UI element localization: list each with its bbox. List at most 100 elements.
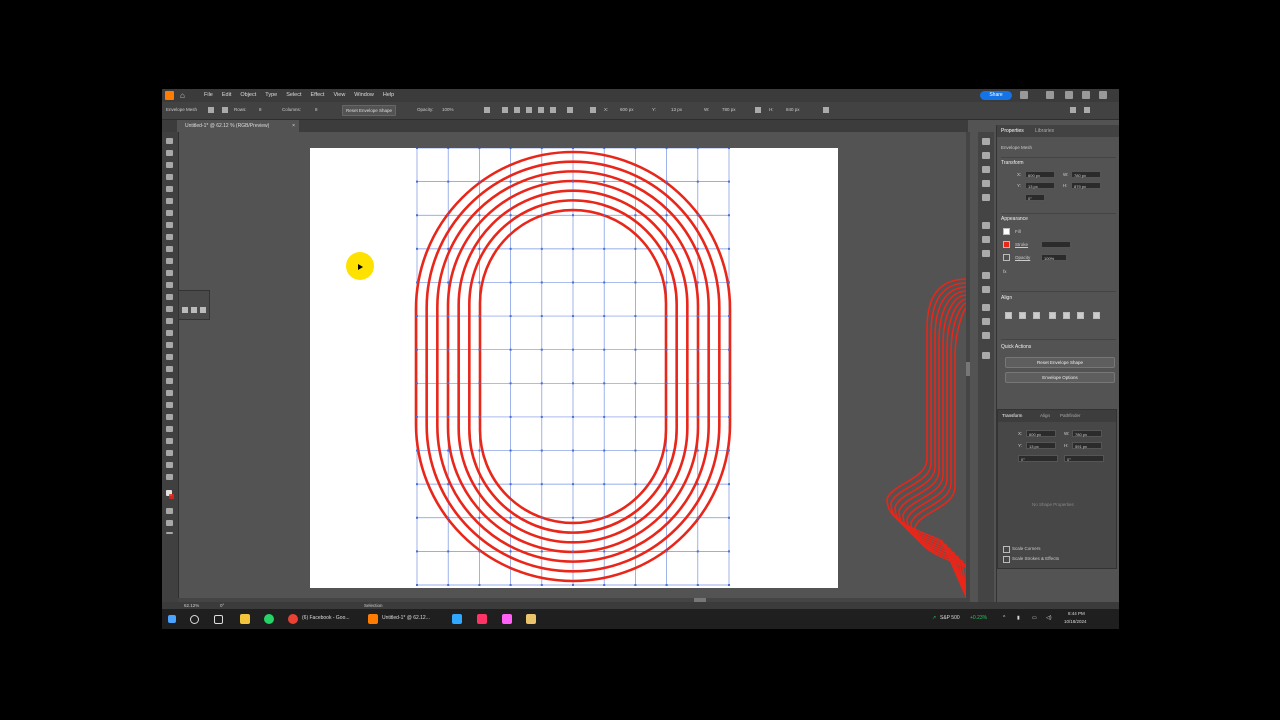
perspective-grid-tool-icon[interactable] <box>166 354 173 360</box>
color-panel-icon[interactable] <box>982 138 990 145</box>
scissors-tool-icon[interactable] <box>182 307 188 313</box>
tab-transform[interactable]: Transform <box>1002 413 1022 418</box>
menu-type[interactable]: Type <box>265 92 277 98</box>
search-icon[interactable] <box>190 615 199 624</box>
rotation-view[interactable]: 0° <box>220 603 224 608</box>
xd-icon[interactable] <box>502 614 512 624</box>
zoom-level[interactable]: 62.12% <box>184 603 199 608</box>
stroke-swatch[interactable] <box>1003 241 1010 248</box>
artboard-tool-icon[interactable] <box>166 438 173 444</box>
vertical-scrollbar[interactable] <box>966 132 970 602</box>
mesh-tool-icon[interactable] <box>166 366 173 372</box>
menu-object[interactable]: Object <box>240 92 256 98</box>
slice-tool-icon[interactable] <box>166 450 173 456</box>
opacity-value[interactable]: 100% <box>442 107 454 112</box>
illustrator-task-icon[interactable] <box>368 614 378 624</box>
align-vcenter-icon[interactable] <box>1063 312 1070 319</box>
rotate-field[interactable]: 0° <box>1018 455 1058 462</box>
envelope-options-button[interactable]: Envelope Options <box>1005 372 1115 383</box>
w-field[interactable]: 780 px <box>1071 171 1101 178</box>
maximize-icon[interactable] <box>1082 91 1090 99</box>
screen-mode-icon[interactable] <box>166 520 173 526</box>
menu-effect[interactable]: Effect <box>311 92 325 98</box>
stroke-color-icon[interactable] <box>169 494 174 499</box>
y-field[interactable]: 13 px <box>1026 442 1056 449</box>
arrange-documents-icon[interactable] <box>1070 107 1076 113</box>
facebook-task-label[interactable]: (6) Facebook - Goo... <box>302 615 350 621</box>
volume-icon[interactable]: ◁) <box>1046 615 1052 621</box>
x-value[interactable]: 600 px <box>620 107 634 112</box>
align-top-icon[interactable] <box>526 107 532 113</box>
menu-edit[interactable]: Edit <box>222 92 231 98</box>
reset-envelope-shape-button[interactable]: Reset Envelope Shape <box>1005 357 1115 368</box>
system-tray-up-icon[interactable]: ^ <box>1003 615 1005 621</box>
panel-menu-icon[interactable] <box>1084 107 1090 113</box>
lasso-tool-icon[interactable] <box>166 174 173 180</box>
menu-file[interactable]: File <box>204 92 213 98</box>
x-field[interactable]: 600 px <box>1026 430 1056 437</box>
start-icon[interactable] <box>168 615 176 623</box>
appearance-panel-icon[interactable] <box>982 272 990 279</box>
swatches-panel-icon[interactable] <box>982 152 990 159</box>
envelope-mesh-artwork[interactable] <box>310 148 838 588</box>
offcanvas-artwork[interactable] <box>882 269 967 609</box>
x-field[interactable]: 600 px <box>1025 171 1055 178</box>
tab-align[interactable]: Align <box>1040 413 1050 418</box>
rectangle-tool-icon[interactable] <box>166 234 173 240</box>
w-value[interactable]: 780 px <box>722 107 736 112</box>
gradient-tool-icon[interactable] <box>166 378 173 384</box>
curvature-tool-icon[interactable] <box>166 198 173 204</box>
magic-wand-tool-icon[interactable] <box>166 162 173 168</box>
blend-tool-icon[interactable] <box>166 402 173 408</box>
stroke-label[interactable]: Stroke <box>1015 242 1028 247</box>
home-icon[interactable]: ⌂ <box>180 91 189 100</box>
stroke-weight-field[interactable] <box>1041 241 1071 248</box>
current-tool[interactable]: Selection <box>364 603 383 608</box>
shape-builder-tool-icon[interactable] <box>166 342 173 348</box>
tab-properties[interactable]: Properties <box>1001 128 1024 134</box>
link-icon[interactable] <box>755 107 761 113</box>
graphic-styles-panel-icon[interactable] <box>982 194 990 201</box>
opacity-field[interactable]: 100% <box>1041 254 1067 261</box>
align-center-icon[interactable] <box>502 107 508 113</box>
menu-window[interactable]: Window <box>354 92 374 98</box>
align-right-icon[interactable] <box>514 107 520 113</box>
asset-export-panel-icon[interactable] <box>982 318 990 325</box>
pen-tool-icon[interactable] <box>166 186 173 192</box>
artboards-panel-icon[interactable] <box>982 304 990 311</box>
illustrator-task-label[interactable]: Untitled-1* @ 62.12... <box>382 615 430 621</box>
symbols-panel-icon[interactable] <box>982 180 990 187</box>
rotate-tool-icon[interactable] <box>166 282 173 288</box>
align-left-icon[interactable] <box>484 107 490 113</box>
task-view-icon[interactable] <box>214 615 223 624</box>
zoom-tool-icon[interactable] <box>166 474 173 480</box>
eyedropper-tool-icon[interactable] <box>166 390 173 396</box>
gradient-panel-icon[interactable] <box>982 236 990 243</box>
free-transform-tool-icon[interactable] <box>166 330 173 336</box>
columns-value[interactable]: 8 <box>315 107 318 112</box>
align-middle-icon[interactable] <box>538 107 544 113</box>
w-field[interactable]: 780 px <box>1072 430 1102 437</box>
clock-date[interactable]: 10/18/2024 <box>1064 619 1087 624</box>
fx-icon[interactable]: fx <box>1003 269 1007 274</box>
paintbrush-tool-icon[interactable] <box>166 246 173 252</box>
minimize-icon[interactable] <box>1065 91 1073 99</box>
share-button[interactable]: Share <box>980 91 1012 100</box>
undo-icon[interactable] <box>200 307 206 313</box>
tab-pathfinder[interactable]: Pathfinder <box>1060 413 1081 418</box>
type-tool-icon[interactable] <box>166 210 173 216</box>
scale-tool-icon[interactable] <box>166 294 173 300</box>
align-hcenter-icon[interactable] <box>1019 312 1026 319</box>
close-icon[interactable] <box>1099 91 1107 99</box>
menu-view[interactable]: View <box>333 92 345 98</box>
links-panel-icon[interactable] <box>982 332 990 339</box>
artboard[interactable] <box>310 148 838 588</box>
reference-point-icon[interactable] <box>590 107 596 113</box>
shear-field[interactable]: 0° <box>1064 455 1104 462</box>
layers-panel-icon[interactable] <box>982 286 990 293</box>
drawing-modes-icon[interactable] <box>166 508 173 514</box>
stock-name[interactable]: S&P 500 <box>940 615 960 621</box>
workspace-icon[interactable] <box>1046 91 1054 99</box>
chrome-icon[interactable] <box>288 614 298 624</box>
graph-tool-icon[interactable] <box>166 426 173 432</box>
